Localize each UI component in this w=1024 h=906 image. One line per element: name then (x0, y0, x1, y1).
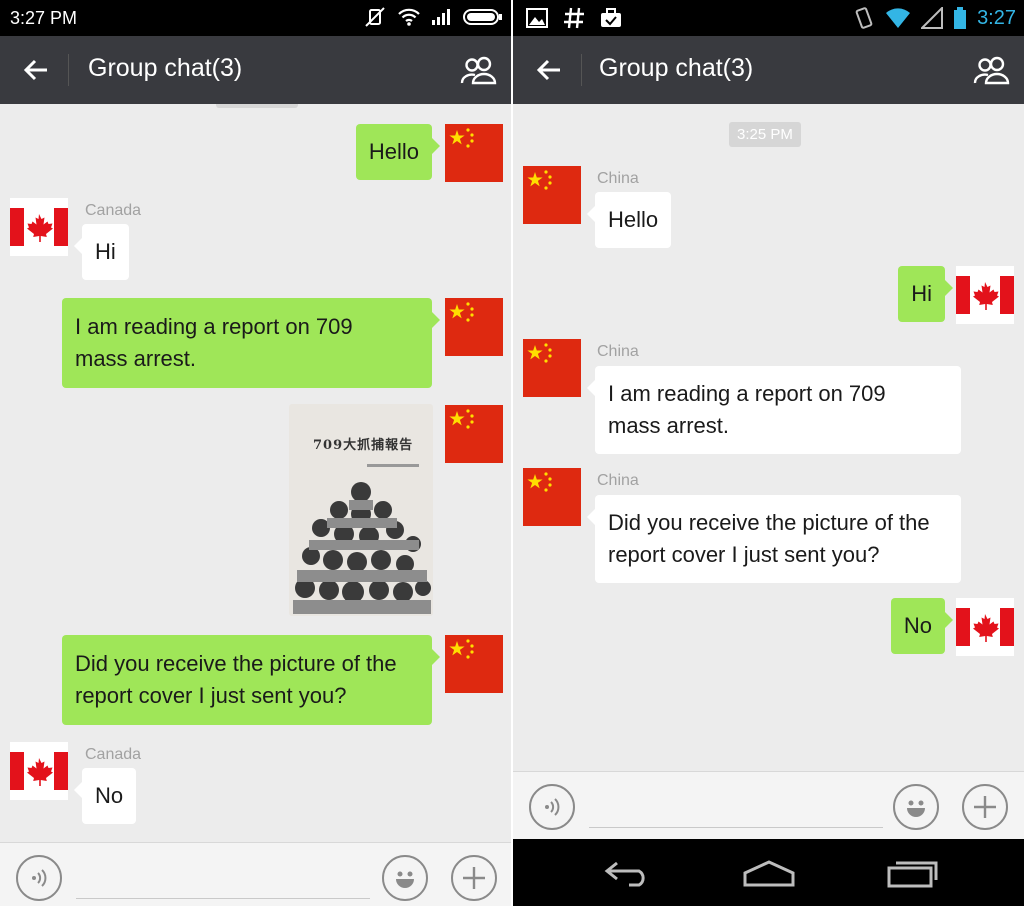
message-bubble-received[interactable]: Did you receive the picture of the repor… (587, 495, 961, 583)
message-input[interactable] (589, 786, 883, 828)
china-flag-icon[interactable] (445, 298, 503, 356)
china-flag-icon[interactable] (445, 635, 503, 693)
sender-name: China (597, 170, 639, 187)
message-bubble-received[interactable]: Hi (74, 224, 129, 280)
report-cover-photo[interactable]: 709大抓捕報告 (289, 404, 433, 616)
status-time: 3:27 PM (10, 8, 78, 28)
input-bar (0, 842, 511, 906)
message-bubble-sent[interactable]: Hello (355, 124, 441, 180)
sender-name: Canada (85, 202, 142, 219)
message-text-line: mass arrest. (75, 346, 197, 371)
input-bar (513, 771, 1024, 839)
sender-name: China (597, 343, 639, 360)
canada-flag-icon[interactable] (10, 742, 68, 800)
plus-icon (463, 867, 485, 889)
message-bubble-sent[interactable]: I am reading a report on 709 mass arrest… (62, 298, 440, 388)
message-text-line: report cover I just sent you? (75, 683, 347, 708)
nav-back-icon (604, 861, 645, 887)
message-text-line: I am reading a report on 709 (608, 381, 886, 406)
nav-recents-icon (887, 861, 938, 888)
emoji-button[interactable] (382, 855, 428, 901)
china-flag-icon[interactable] (523, 468, 581, 526)
signal-icon (921, 7, 944, 29)
battery-icon (954, 7, 967, 29)
nav-home-icon (743, 860, 795, 887)
message-bubble-sent[interactable]: No (890, 598, 954, 654)
message-text: No (95, 783, 124, 808)
hashtag-icon (564, 7, 584, 29)
sender-name: Canada (85, 746, 142, 763)
group-members-button[interactable] (457, 50, 501, 90)
message-text-line: report cover I just sent you? (608, 542, 880, 567)
nav-recents-button[interactable] (881, 855, 945, 891)
message-bubble-received[interactable]: No (73, 768, 137, 824)
mute-vibrate-icon (365, 7, 385, 27)
back-button[interactable] (527, 50, 571, 90)
group-members-icon (973, 56, 1010, 85)
message-text: Hi (911, 281, 932, 306)
plus-button[interactable] (962, 784, 1008, 830)
group-members-button[interactable] (970, 50, 1014, 90)
message-text-line: I am reading a report on 709 (75, 314, 353, 339)
chat-title: Group chat(3) (88, 54, 243, 82)
timestamp-partial (216, 104, 298, 108)
signal-icon (432, 9, 450, 25)
china-flag-icon[interactable] (445, 405, 503, 463)
emoji-button[interactable] (893, 784, 939, 830)
message-text: Hello (368, 139, 419, 164)
voice-button[interactable] (529, 784, 575, 830)
voice-button[interactable] (16, 855, 62, 901)
wifi-icon (398, 8, 420, 26)
briefcase-check-icon (601, 8, 621, 27)
system-nav-bar (513, 839, 1024, 906)
back-arrow-icon (536, 59, 560, 81)
message-bubble-received[interactable]: I am reading a report on 709 mass arrest… (587, 366, 961, 454)
message-bubble-received[interactable]: Hello (586, 192, 672, 248)
voice-icon (545, 798, 560, 816)
portrait-collage (293, 482, 431, 614)
wifi-icon (886, 8, 911, 28)
timestamp: 3:25 PM (729, 122, 801, 147)
chat-title-bar: Group chat(3) (513, 36, 1024, 104)
title-separator (68, 54, 69, 86)
emoji-icon (396, 871, 414, 888)
message-bubble-sent[interactable]: Hi (898, 266, 953, 322)
message-text-line: Did you receive the picture of the (608, 510, 930, 535)
nav-back-button[interactable] (595, 855, 659, 891)
message-text-line: mass arrest. (608, 413, 730, 438)
battery-icon (463, 9, 502, 25)
message-text: No (903, 613, 932, 638)
gallery-icon (526, 8, 548, 28)
plus-icon (974, 796, 996, 818)
status-time: 3:27 (977, 6, 1016, 29)
message-bubble-sent[interactable]: Did you receive the picture of the repor… (62, 635, 440, 725)
sender-name: China (597, 472, 639, 489)
canada-flag-icon[interactable] (10, 198, 68, 256)
china-flag-icon[interactable] (523, 166, 581, 224)
china-flag-icon[interactable] (445, 124, 503, 182)
message-input[interactable] (76, 857, 370, 899)
voice-icon (32, 869, 47, 887)
nav-home-button[interactable] (737, 855, 801, 891)
group-members-icon (460, 56, 497, 85)
message-text: Hi (95, 239, 116, 264)
canada-flag-icon[interactable] (956, 598, 1014, 656)
title-separator (581, 54, 582, 86)
message-text: Hello (608, 207, 659, 232)
chat-title: Group chat(3) (599, 54, 754, 82)
chat-title-bar: Group chat(3) (0, 36, 511, 104)
status-bar: 3:27 (513, 0, 1024, 36)
left-phone-screen: 3:27 PM Group chat(3) Hello Canada Hi I … (0, 0, 511, 906)
canada-flag-icon[interactable] (956, 266, 1014, 324)
vibrate-icon (855, 7, 873, 29)
message-text-line: Did you receive the picture of the (75, 651, 397, 676)
plus-button[interactable] (451, 855, 497, 901)
right-phone-screen: 3:27 Group chat(3) 3:25 PM China Hello H… (513, 0, 1024, 906)
emoji-icon (907, 800, 925, 817)
back-arrow-icon (23, 59, 47, 81)
back-button[interactable] (14, 50, 58, 90)
status-bar: 3:27 PM (0, 0, 511, 36)
china-flag-icon[interactable] (523, 339, 581, 397)
